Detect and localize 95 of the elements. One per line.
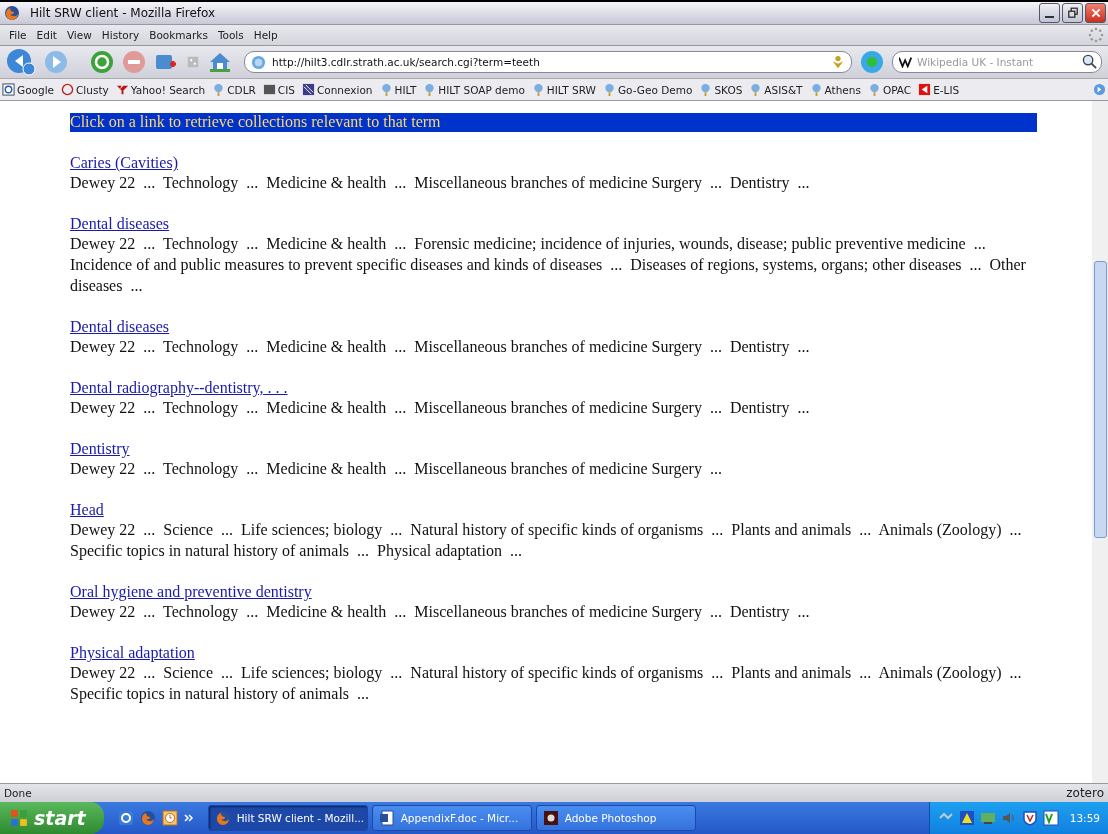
bookmark-icon (602, 83, 616, 96)
bookmark-item[interactable]: SKOS (699, 83, 743, 96)
bookmark-item[interactable]: HILT (379, 83, 417, 96)
more-icon[interactable] (183, 813, 194, 823)
term-link[interactable]: Dental diseases (70, 214, 170, 233)
bookmark-item[interactable]: Clusty (61, 83, 109, 96)
term-link[interactable]: Dentistry (70, 439, 130, 458)
bookmark-item[interactable]: E-LIS (918, 83, 960, 96)
classification-path: Dewey 22 ... Technology ... Medicine & health ... Miscellaneous branches of medicine Surgery ... Dentistry ... (70, 398, 811, 418)
bookmark-icon (115, 83, 129, 96)
menu-item[interactable]: File (4, 29, 32, 41)
firefox-icon[interactable] (139, 810, 156, 826)
bookmark-icon (423, 83, 437, 96)
bookmark-icon (2, 83, 15, 96)
window-title: Hilt SRW client - Mozilla Firefox (30, 6, 217, 20)
display-icon[interactable] (979, 810, 996, 826)
app-icon (542, 810, 559, 826)
warning-icon[interactable] (958, 810, 975, 826)
bookmark-icon (262, 83, 276, 96)
address-bar[interactable]: http://hilt3.cdlr.strath.ac.uk/search.cgi?term=teeth (244, 51, 852, 73)
app-icon (214, 810, 231, 826)
bookmark-item[interactable]: Go-Geo Demo (602, 83, 693, 96)
bookmark-item[interactable]: Athens (809, 83, 861, 96)
classification-path: Dewey 22 ... Technology ... Medicine & health ... Miscellaneous branches of medicine Surgery ... (70, 459, 723, 479)
menu-item[interactable]: Help (248, 29, 283, 41)
menu-item[interactable]: Tools (212, 29, 249, 41)
bookmark-icon (212, 83, 226, 96)
bookmark-item[interactable]: Yahoo! Search (115, 83, 206, 96)
menu-item[interactable]: History (96, 29, 145, 41)
taskbar-button[interactable]: Adobe Photoshop (535, 805, 696, 831)
term-link[interactable]: Head (70, 500, 104, 519)
bookmark-icon (61, 83, 75, 96)
bookmark-icon (301, 83, 315, 96)
term-link[interactable]: Dental radiography--dentistry, . . . (70, 378, 288, 397)
zotero-button[interactable]: zotero (1066, 786, 1104, 800)
clock-icon[interactable] (161, 810, 178, 826)
app-icon (378, 810, 395, 826)
globe-icon (251, 54, 266, 70)
chevron-icon[interactable] (1093, 83, 1106, 96)
bookmark-icon (531, 83, 545, 96)
bookmark-icon (749, 83, 763, 96)
bookmark-icon (699, 83, 713, 96)
bookmark-item[interactable]: Connexion (301, 83, 373, 96)
scrollbar-thumb[interactable] (1094, 261, 1107, 538)
clock: 13:59 (1069, 812, 1100, 824)
bookmark-icon (379, 83, 393, 96)
menu-item[interactable]: Edit (31, 29, 62, 41)
minimize-icon (1045, 16, 1054, 18)
status-text: Done (4, 787, 32, 799)
taskbar-button[interactable]: AppendixF.doc - Micr... (371, 805, 532, 831)
banner: Click on a link to retrieve collections relevant to that term (70, 113, 1037, 132)
classification-path: Dewey 22 ... Technology ... Medicine & health ... Miscellaneous branches of medicine Surgery ... Dentistry ... (70, 602, 811, 622)
bookmark-icon (867, 83, 881, 96)
restore-icon (1066, 7, 1079, 19)
search-icon[interactable] (1082, 54, 1097, 69)
restore-button[interactable] (1062, 3, 1083, 23)
bookmark-item[interactable]: CDLR (212, 83, 256, 96)
classification-path: Dewey 22 ... Science ... Life sciences; biology ... Natural history of specific kinds of organisms ... Plants and animals ... Animals (Zoology) ... Specific topics in natural history of animals ... (70, 663, 1023, 704)
term-link[interactable]: Dental diseases (70, 317, 170, 336)
term-link[interactable]: Physical adaptation (70, 643, 195, 662)
close-icon (1089, 7, 1102, 19)
term-link[interactable]: Caries (Cavities) (70, 153, 178, 172)
classification-path: Dewey 22 ... Technology ... Medicine & health ... Forensic medicine; incidence of injuries, wounds, disease; public preventive medicine ... Incidence of and public measures to prevent specific diseases and kinds of diseases ... Diseases of regions, systems, organs; other diseases ... Other diseases ... (70, 234, 1027, 296)
throbber-icon (1088, 27, 1104, 43)
firefox-icon (4, 5, 20, 21)
windows-logo-icon (10, 809, 28, 827)
taskbar-button[interactable]: Hilt SRW client - Mozill... (207, 805, 368, 831)
bookmark-item[interactable]: ASIS&T (749, 83, 803, 96)
reload-button[interactable] (90, 50, 114, 74)
scrollbar[interactable] (1092, 101, 1108, 783)
bookmark-item[interactable]: Google (2, 83, 55, 96)
close-button[interactable] (1085, 3, 1106, 23)
wikipedia-icon (899, 56, 913, 68)
bookmark-item[interactable]: HILT SRW (531, 83, 596, 96)
classification-path: Dewey 22 ... Technology ... Medicine & health ... Miscellaneous branches of medicine Surgery ... Dentistry ... (70, 337, 811, 357)
bookmark-item[interactable]: CIS (262, 83, 295, 96)
term-link[interactable]: Oral hygiene and preventive dentistry (70, 582, 312, 601)
bookmark-item[interactable]: HILT SOAP demo (423, 83, 525, 96)
back-button[interactable] (6, 48, 36, 76)
shield-icon[interactable] (1021, 810, 1038, 826)
vc-icon[interactable] (1042, 810, 1059, 826)
bookmark-icon (809, 83, 823, 96)
menu-item[interactable]: View (61, 29, 97, 41)
forward-button[interactable] (44, 50, 68, 74)
menu-item[interactable]: Bookmarks (144, 29, 213, 41)
bookmark-item[interactable]: OPAC (867, 83, 912, 96)
classification-path: Dewey 22 ... Science ... Life sciences; biology ... Natural history of specific kinds of organisms ... Plants and animals ... Animals (Zoology) ... Specific topics in natural history of animals ... Physical adaptation ... (70, 520, 1023, 561)
stop-button[interactable] (122, 50, 146, 74)
bookmark-icon (918, 83, 932, 96)
ie-icon[interactable] (117, 810, 134, 826)
home-button[interactable] (208, 50, 232, 74)
search-field[interactable]: Wikipedia UK - Instant (892, 51, 1102, 73)
classification-path: Dewey 22 ... Technology ... Medicine & health ... Miscellaneous branches of medicine Surgery ... Dentistry ... (70, 173, 811, 193)
minimize-button[interactable] (1039, 3, 1060, 23)
go-button[interactable] (860, 50, 884, 74)
